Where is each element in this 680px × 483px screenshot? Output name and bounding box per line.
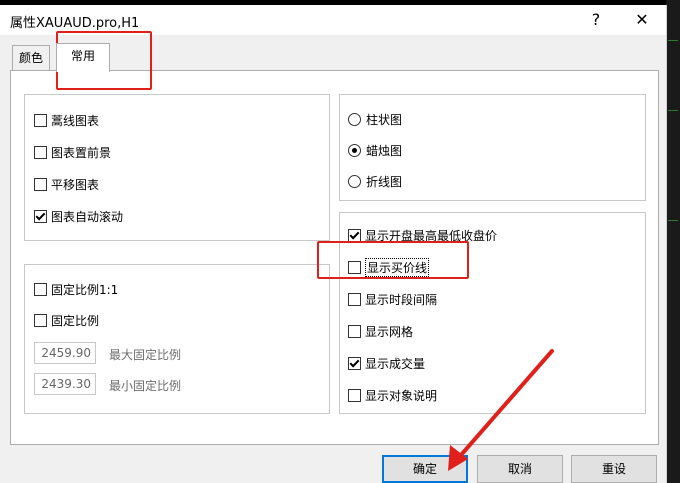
checkbox[interactable] (34, 209, 47, 223)
checkbox[interactable] (348, 356, 361, 370)
fixed-ratio-row[interactable]: 固定比例 (34, 311, 99, 329)
checkbox-row[interactable]: 显示成交量 (348, 354, 425, 372)
checkbox-label: 显示时段间隔 (365, 292, 438, 307)
max-fixed-scale-label: 最大固定比例 (109, 348, 182, 362)
radio-label: 蜡烛图 (366, 143, 403, 158)
properties-dialog: 属性XAUAUD.pro,H1 ? ✕ 颜色 常用 蒿线图表 图表置前景 平移图… (0, 5, 667, 483)
chart-options-group: 蒿线图表 图表置前景 平移图表 图表自动滚动 (24, 94, 330, 241)
radio-row-candle[interactable]: 蜡烛图 (348, 141, 402, 159)
checkbox-row[interactable]: 显示时段间隔 (348, 290, 437, 308)
checkbox-row[interactable]: 显示对象说明 (348, 386, 437, 404)
radio-button[interactable] (348, 143, 361, 157)
tab-common[interactable]: 常用 (56, 43, 110, 72)
checkbox-row[interactable]: 平移图表 (34, 175, 99, 193)
title-bar: 属性XAUAUD.pro,H1 ? ✕ (0, 5, 666, 35)
checkbox-row[interactable]: 图表置前景 (34, 143, 111, 161)
radio-row-bar[interactable]: 柱状图 (348, 110, 402, 128)
checkbox[interactable] (348, 388, 361, 402)
checkbox-label: 蒿线图表 (51, 113, 100, 128)
checkbox-label: 显示网格 (365, 324, 414, 339)
tab-colors[interactable]: 颜色 (12, 45, 50, 70)
annotation-arrow (448, 349, 554, 471)
checkbox-label: 图表自动滚动 (51, 209, 124, 224)
checkbox-row[interactable]: 蒿线图表 (34, 111, 99, 129)
checkbox[interactable] (34, 113, 47, 127)
checkbox-label: 图表置前景 (51, 145, 112, 160)
checkbox-label: 固定比例 (51, 313, 100, 328)
checkbox[interactable] (348, 260, 361, 274)
scale-group: 固定比例1:1 固定比例 2459.90 最大固定比例 2439.30 最小固定… (24, 264, 330, 414)
checkbox-row[interactable]: 显示开盘最高最低收盘价 (348, 226, 497, 244)
radio-label: 柱状图 (366, 112, 403, 127)
checkbox[interactable] (348, 228, 361, 242)
checkbox-row[interactable]: 显示网格 (348, 322, 413, 340)
min-fixed-scale-input[interactable]: 2439.30 (34, 373, 96, 395)
checkbox[interactable] (348, 292, 361, 306)
checkbox[interactable] (34, 145, 47, 159)
checkbox-row[interactable]: 图表自动滚动 (34, 207, 123, 225)
fixed-ratio-1-1-row[interactable]: 固定比例1:1 (34, 280, 118, 298)
reset-button[interactable]: 重设 (571, 455, 657, 483)
window-title: 属性XAUAUD.pro,H1 (10, 16, 140, 31)
common-tab-panel: 蒿线图表 图表置前景 平移图表 图表自动滚动 固定比例1:1 固定比例 2459… (10, 70, 659, 445)
min-fixed-scale-label: 最小固定比例 (109, 379, 182, 393)
radio-button[interactable] (348, 174, 361, 188)
checkbox-label: 显示买价线 (365, 257, 430, 277)
checkbox-label: 显示对象说明 (365, 388, 438, 403)
checkbox-label: 显示开盘最高最低收盘价 (365, 228, 498, 243)
chart-background-right (666, 0, 680, 483)
checkbox-label: 平移图表 (51, 177, 100, 192)
checkbox-label: 显示成交量 (365, 356, 426, 371)
max-fixed-scale-input[interactable]: 2459.90 (34, 342, 96, 364)
radio-button[interactable] (348, 112, 361, 126)
checkbox[interactable] (34, 282, 47, 296)
chart-type-group: 柱状图 蜡烛图 折线图 (339, 94, 646, 201)
checkbox[interactable] (348, 324, 361, 338)
close-button[interactable]: ✕ (627, 8, 657, 32)
radio-label: 折线图 (366, 174, 403, 189)
checkbox-label: 固定比例1:1 (51, 282, 119, 297)
checkbox[interactable] (34, 313, 47, 327)
help-button[interactable]: ? (581, 8, 611, 32)
show-bid-line-row[interactable]: 显示买价线 (348, 257, 430, 277)
checkbox[interactable] (34, 177, 47, 191)
radio-row-line[interactable]: 折线图 (348, 172, 402, 190)
